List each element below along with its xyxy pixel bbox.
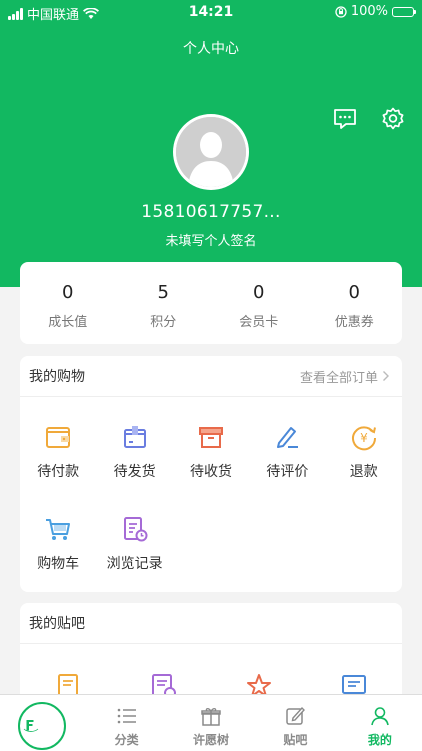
cart-icon	[46, 519, 71, 540]
chevron-right-icon	[383, 371, 389, 381]
order-refund[interactable]: ¥ 退款	[326, 423, 402, 515]
tab-tieba[interactable]: 贴吧	[253, 695, 337, 751]
user-icon	[371, 707, 389, 726]
default-avatar-icon	[176, 117, 246, 187]
order-pending-receipt[interactable]: 待收货	[173, 423, 249, 515]
tab-mine[interactable]: 我的	[338, 695, 422, 751]
rotation-lock-icon	[335, 5, 347, 18]
gift-icon	[201, 708, 221, 726]
tab-label: 分类	[114, 733, 139, 747]
order-label: 待发货	[113, 464, 156, 480]
status-bar: 中国联通 14:21 100%	[0, 0, 422, 24]
logo	[18, 702, 66, 750]
tieba-title: 我的贴吧	[29, 616, 85, 632]
shopping-header: 我的购物 查看全部订单	[20, 356, 402, 397]
tab-label: 贴吧	[283, 733, 308, 747]
view-all-label: 查看全部订单	[299, 370, 378, 386]
browse-history[interactable]: 浏览记录	[96, 515, 172, 592]
svg-text:¥: ¥	[360, 431, 368, 445]
order-pending-review[interactable]: 待评价	[249, 423, 325, 515]
battery-percent: 100%	[350, 4, 388, 19]
brand-logo-icon	[23, 720, 39, 732]
stat-value: 0	[253, 282, 265, 303]
stat-member-card[interactable]: 0 会员卡	[211, 262, 307, 344]
shopping-title: 我的购物	[29, 369, 85, 385]
stat-value: 0	[348, 282, 360, 303]
stat-value: 0	[62, 282, 74, 303]
tab-bar: 分类 许愿树 贴吧 我的	[0, 694, 422, 751]
order-label: 退款	[349, 464, 378, 480]
page-title: 个人中心	[183, 41, 239, 57]
stat-growth[interactable]: 0 成长值	[20, 262, 116, 344]
stat-label: 优惠券	[334, 315, 374, 330]
tab-wish-tree[interactable]: 许愿树	[169, 695, 253, 751]
tab-category[interactable]: 分类	[84, 695, 168, 751]
stat-label: 会员卡	[239, 315, 279, 330]
stat-label: 积分	[150, 315, 177, 330]
history-icon	[123, 517, 148, 542]
package-icon	[198, 427, 223, 448]
refund-icon: ¥	[351, 426, 376, 451]
order-label: 浏览记录	[106, 556, 163, 572]
shopping-cart[interactable]: 购物车	[20, 515, 96, 592]
list-icon	[117, 708, 136, 724]
signature[interactable]: 未填写个人签名	[0, 230, 422, 249]
stats-card: 0 成长值 5 积分 0 会员卡 0 优惠券	[20, 262, 402, 344]
edit-icon	[286, 706, 306, 725]
order-pending-payment[interactable]: 待付款	[20, 423, 96, 515]
order-label: 待收货	[189, 464, 232, 480]
shopping-card: 我的购物 查看全部订单 待付款 待发货 待收货 待评价 ¥ 退款 购物车 浏览记…	[20, 356, 402, 592]
order-label: 待评价	[266, 464, 309, 480]
battery-icon	[392, 6, 416, 17]
username[interactable]: 15810617757...	[0, 202, 422, 222]
tab-label: 我的	[367, 733, 392, 747]
tab-label: 许愿树	[193, 733, 230, 747]
message-icon[interactable]	[333, 108, 357, 130]
tab-home-logo[interactable]	[0, 695, 84, 751]
stat-value: 5	[157, 282, 169, 303]
stat-label: 成长值	[48, 315, 88, 330]
stat-points[interactable]: 5 积分	[116, 262, 212, 344]
view-all-orders-link[interactable]: 查看全部订单	[300, 367, 390, 386]
stat-coupons[interactable]: 0 优惠券	[307, 262, 403, 344]
order-label: 待付款	[37, 464, 80, 480]
tieba-header: 我的贴吧	[20, 603, 402, 644]
wallet-icon	[46, 427, 71, 448]
pen-icon	[277, 427, 299, 448]
avatar[interactable]	[173, 114, 249, 190]
box-icon	[123, 426, 146, 448]
order-pending-shipment[interactable]: 待发货	[96, 423, 172, 515]
gear-icon[interactable]	[381, 107, 405, 131]
order-label: 购物车	[37, 556, 80, 572]
